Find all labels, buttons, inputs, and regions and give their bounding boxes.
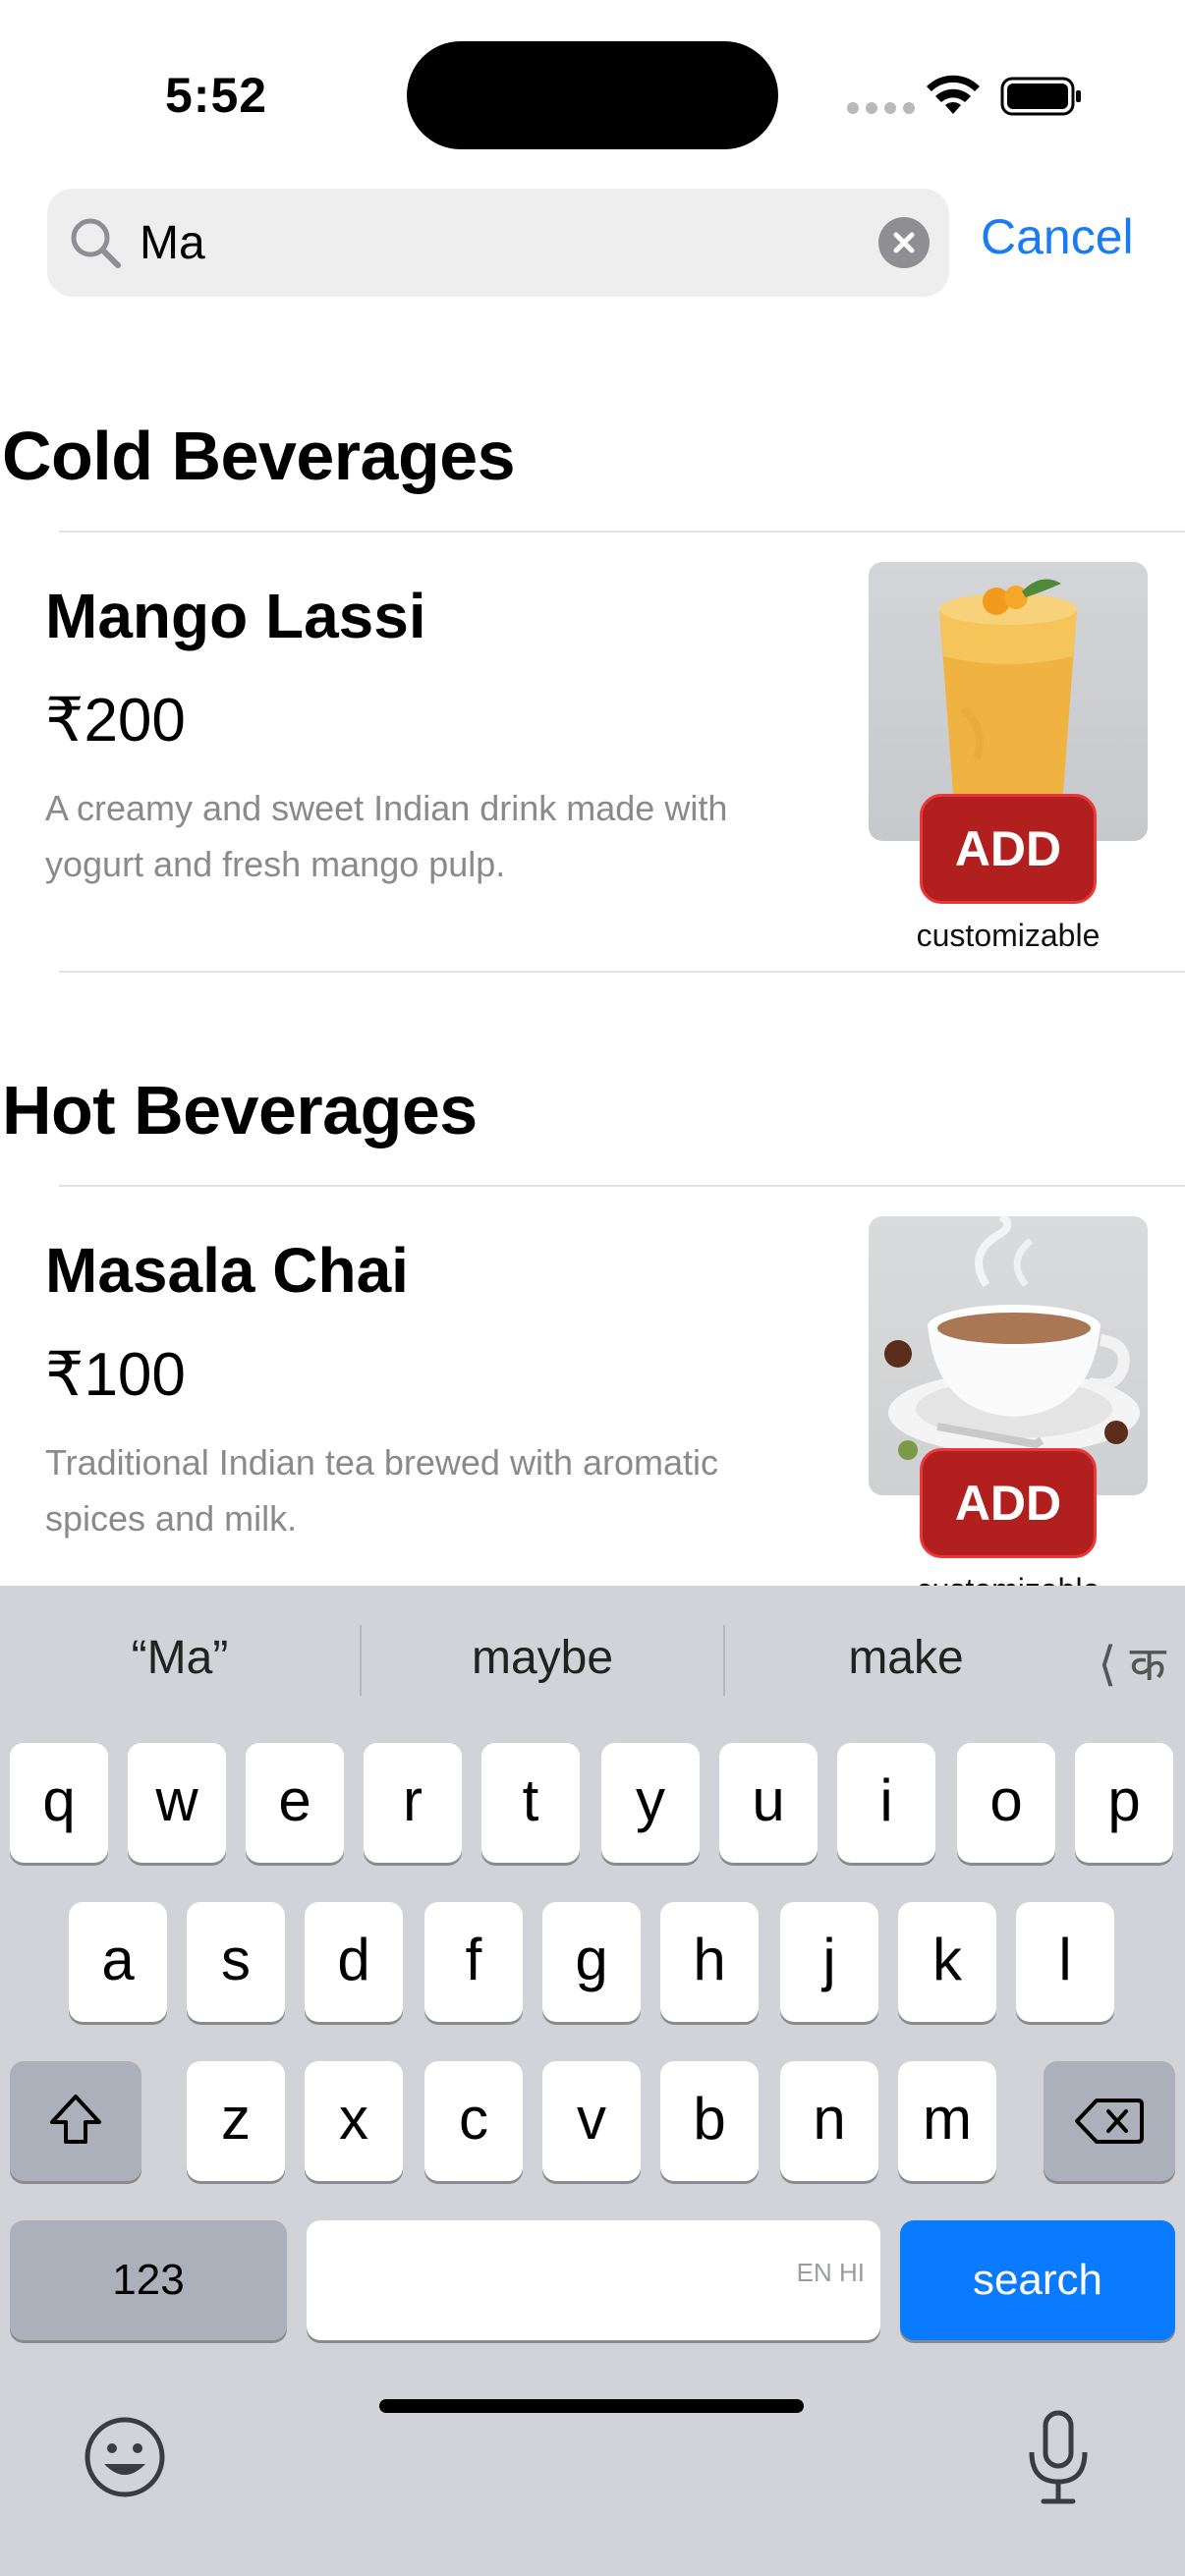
shift-key[interactable] <box>10 2061 141 2181</box>
item-name: Mango Lassi <box>45 581 426 651</box>
space-language-hint: EN HI <box>796 2258 865 2287</box>
key-n[interactable]: n <box>780 2061 878 2181</box>
divider <box>59 1185 1185 1187</box>
wifi-icon <box>927 75 980 114</box>
cancel-button[interactable]: Cancel <box>981 208 1134 265</box>
numbers-key[interactable]: 123 <box>10 2220 287 2340</box>
key-o[interactable]: o <box>957 1743 1055 1863</box>
key-h[interactable]: h <box>660 1902 759 2022</box>
suggestion-maybe[interactable]: maybe <box>362 1631 723 1685</box>
backspace-icon <box>1075 2099 1144 2144</box>
key-y[interactable]: y <box>601 1743 700 1863</box>
add-button[interactable]: ADD <box>920 794 1097 904</box>
key-d[interactable]: d <box>305 1902 403 2022</box>
delete-key[interactable] <box>1044 2061 1175 2181</box>
key-s[interactable]: s <box>187 1902 285 2022</box>
key-a[interactable]: a <box>69 1902 167 2022</box>
item-description: A creamy and sweet Indian drink made wit… <box>45 788 728 884</box>
key-c[interactable]: c <box>424 2061 523 2181</box>
key-r[interactable]: r <box>364 1743 462 1863</box>
status-time: 5:52 <box>165 68 268 123</box>
search-input[interactable] <box>140 212 906 273</box>
shift-icon <box>50 2095 101 2144</box>
key-p[interactable]: p <box>1075 1743 1173 1863</box>
divider <box>59 531 1185 532</box>
clear-search-icon[interactable] <box>878 217 930 268</box>
section-title-cold-beverages: Cold Beverages <box>2 418 516 494</box>
key-k[interactable]: k <box>898 1902 996 2022</box>
item-name: Masala Chai <box>45 1235 409 1306</box>
key-z[interactable]: z <box>187 2061 285 2181</box>
divider <box>59 971 1185 973</box>
customizable-note: customizable <box>916 918 1100 953</box>
emoji-icon[interactable] <box>81 2413 169 2501</box>
key-e[interactable]: e <box>246 1743 344 1863</box>
item-price: ₹100 <box>45 1341 186 1409</box>
key-j[interactable]: j <box>780 1902 878 2022</box>
suggestion-typed[interactable]: “Ma” <box>0 1631 360 1685</box>
key-i[interactable]: i <box>837 1743 935 1863</box>
key-g[interactable]: g <box>542 1902 641 2022</box>
key-f[interactable]: f <box>424 1902 523 2022</box>
key-u[interactable]: u <box>719 1743 818 1863</box>
home-indicator <box>379 2399 804 2413</box>
key-b[interactable]: b <box>660 2061 759 2181</box>
key-v[interactable]: v <box>542 2061 641 2181</box>
language-switch-button[interactable]: ⟨ क <box>1085 1631 1179 1695</box>
key-q[interactable]: q <box>10 1743 108 1863</box>
cellular-signal-icon <box>847 102 915 114</box>
search-key[interactable]: search <box>900 2220 1175 2340</box>
key-t[interactable]: t <box>481 1743 580 1863</box>
item-price: ₹200 <box>45 687 186 755</box>
battery-icon <box>1000 77 1081 116</box>
item-description: Traditional Indian tea brewed with aroma… <box>45 1442 719 1539</box>
key-l[interactable]: l <box>1016 1902 1114 2022</box>
search-bar <box>47 189 949 297</box>
keyboard: “Ma” maybe make ⟨ क q w e r t y u i o p … <box>0 1586 1185 2576</box>
key-x[interactable]: x <box>305 2061 403 2181</box>
add-button[interactable]: ADD <box>920 1448 1097 1558</box>
section-title-hot-beverages: Hot Beverages <box>2 1072 478 1148</box>
key-m[interactable]: m <box>898 2061 996 2181</box>
dynamic-island <box>407 41 778 149</box>
microphone-icon[interactable] <box>1024 2409 1093 2507</box>
search-icon <box>71 218 121 268</box>
space-bar[interactable]: EN HI <box>307 2220 880 2340</box>
suggestion-make[interactable]: make <box>725 1631 1087 1685</box>
key-w[interactable]: w <box>128 1743 226 1863</box>
